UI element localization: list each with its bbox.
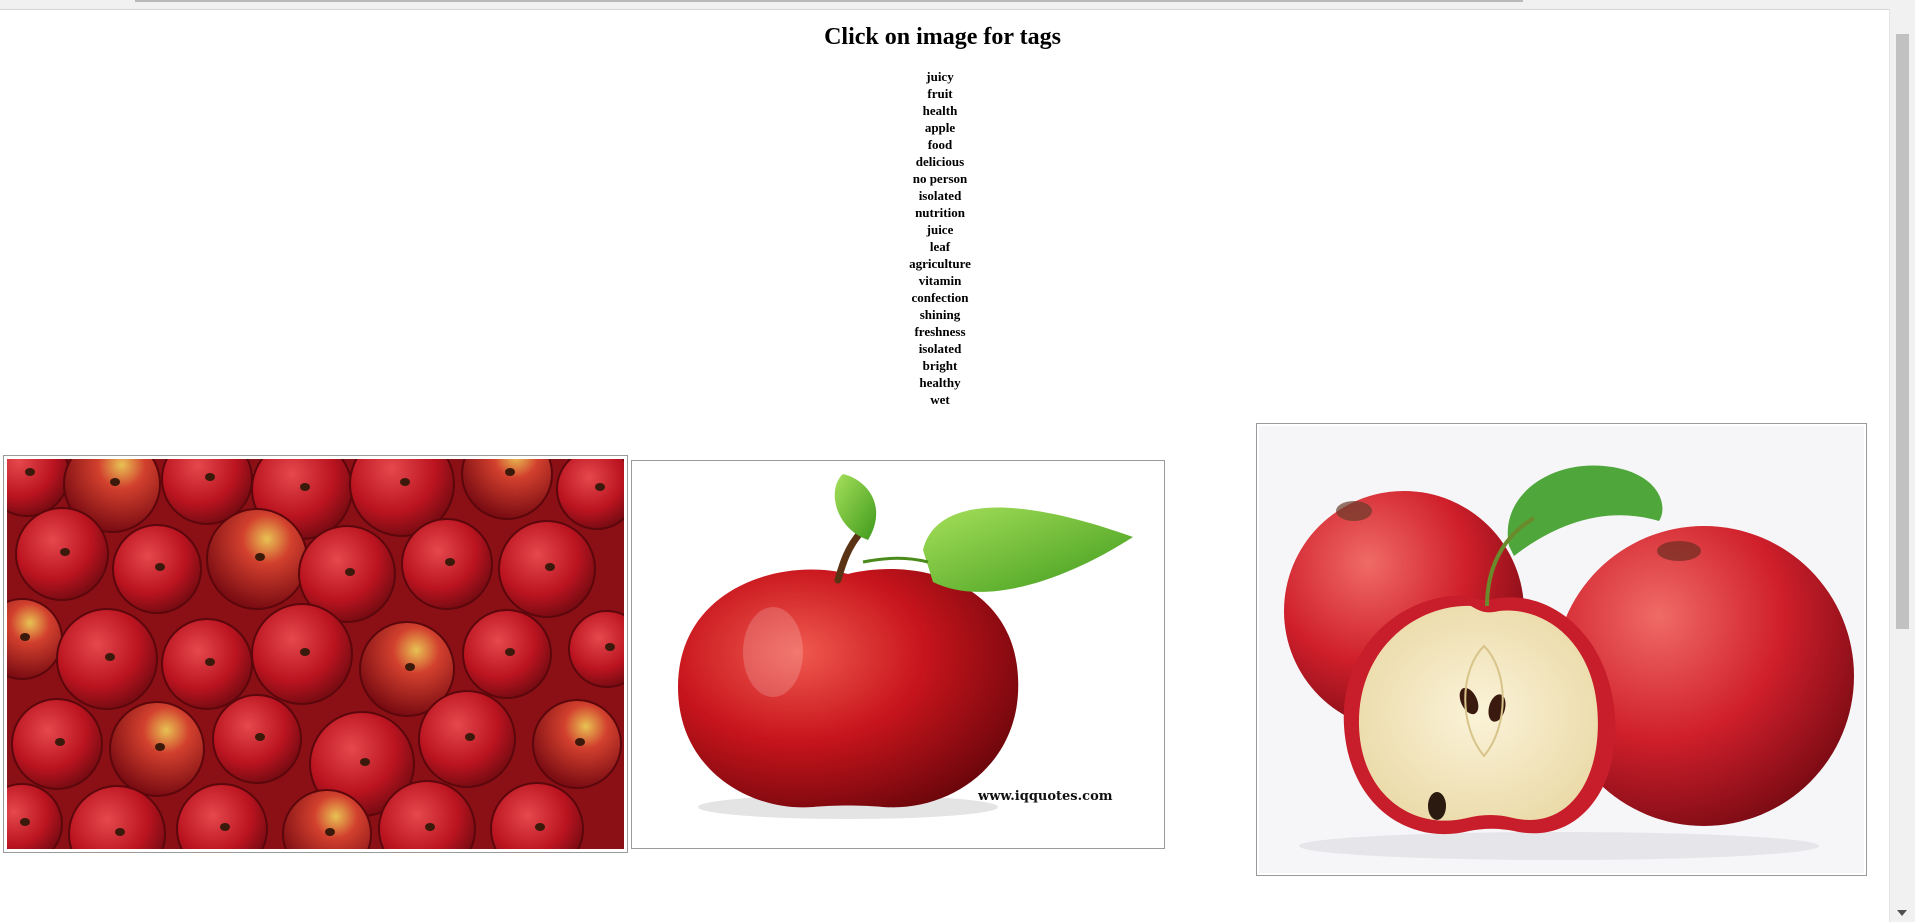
tag-item: shining (919, 307, 961, 322)
vertical-scrollbar[interactable] (1889, 9, 1915, 922)
browser-toolbar-edge (0, 0, 1915, 10)
tag-item: wet (930, 392, 950, 407)
watermark-text: www.iqquotes.com (977, 789, 1113, 804)
scroll-down-arrow-icon[interactable] (1897, 910, 1907, 916)
tag-item: isolated (918, 341, 962, 356)
tag-item: delicious (915, 154, 965, 169)
page-title: Click on image for tags (824, 24, 1061, 50)
tag-item: healthy (919, 375, 961, 390)
tag-item: leaf (929, 239, 951, 254)
tag-list: juicy fruit health apple food delicious no per… (0, 68, 1880, 408)
tag-item: juice (926, 222, 954, 237)
tag-item: fruit (927, 86, 953, 101)
apples-halved-illustration (1259, 426, 1864, 873)
single-apple-image[interactable]: www.iqquotes.com (631, 460, 1165, 849)
tag-item: nutrition (915, 205, 965, 220)
tag-item: juicy (926, 69, 954, 84)
apples-halved-image[interactable] (1256, 423, 1867, 876)
address-bar-edge (135, 0, 1523, 2)
apples-pile-image[interactable] (3, 455, 628, 853)
tag-item: freshness (914, 324, 966, 339)
tag-item: vitamin (918, 273, 962, 288)
tag-item: agriculture (909, 256, 971, 271)
single-apple-illustration: www.iqquotes.com (633, 462, 1163, 847)
apples-pile-illustration (7, 459, 624, 849)
scrollbar-thumb[interactable] (1896, 34, 1909, 629)
tag-item: bright (922, 358, 958, 373)
tag-item: no person (912, 171, 968, 186)
tag-item: isolated (918, 188, 962, 203)
tag-item: apple (924, 120, 956, 135)
browser-viewport: Click on image for tags juicy fruit health… (0, 0, 1915, 922)
tag-item: health (922, 103, 958, 118)
tag-item: confection (911, 290, 969, 305)
tag-item: food (927, 137, 953, 152)
page-content: Click on image for tags juicy fruit health… (0, 10, 1890, 922)
